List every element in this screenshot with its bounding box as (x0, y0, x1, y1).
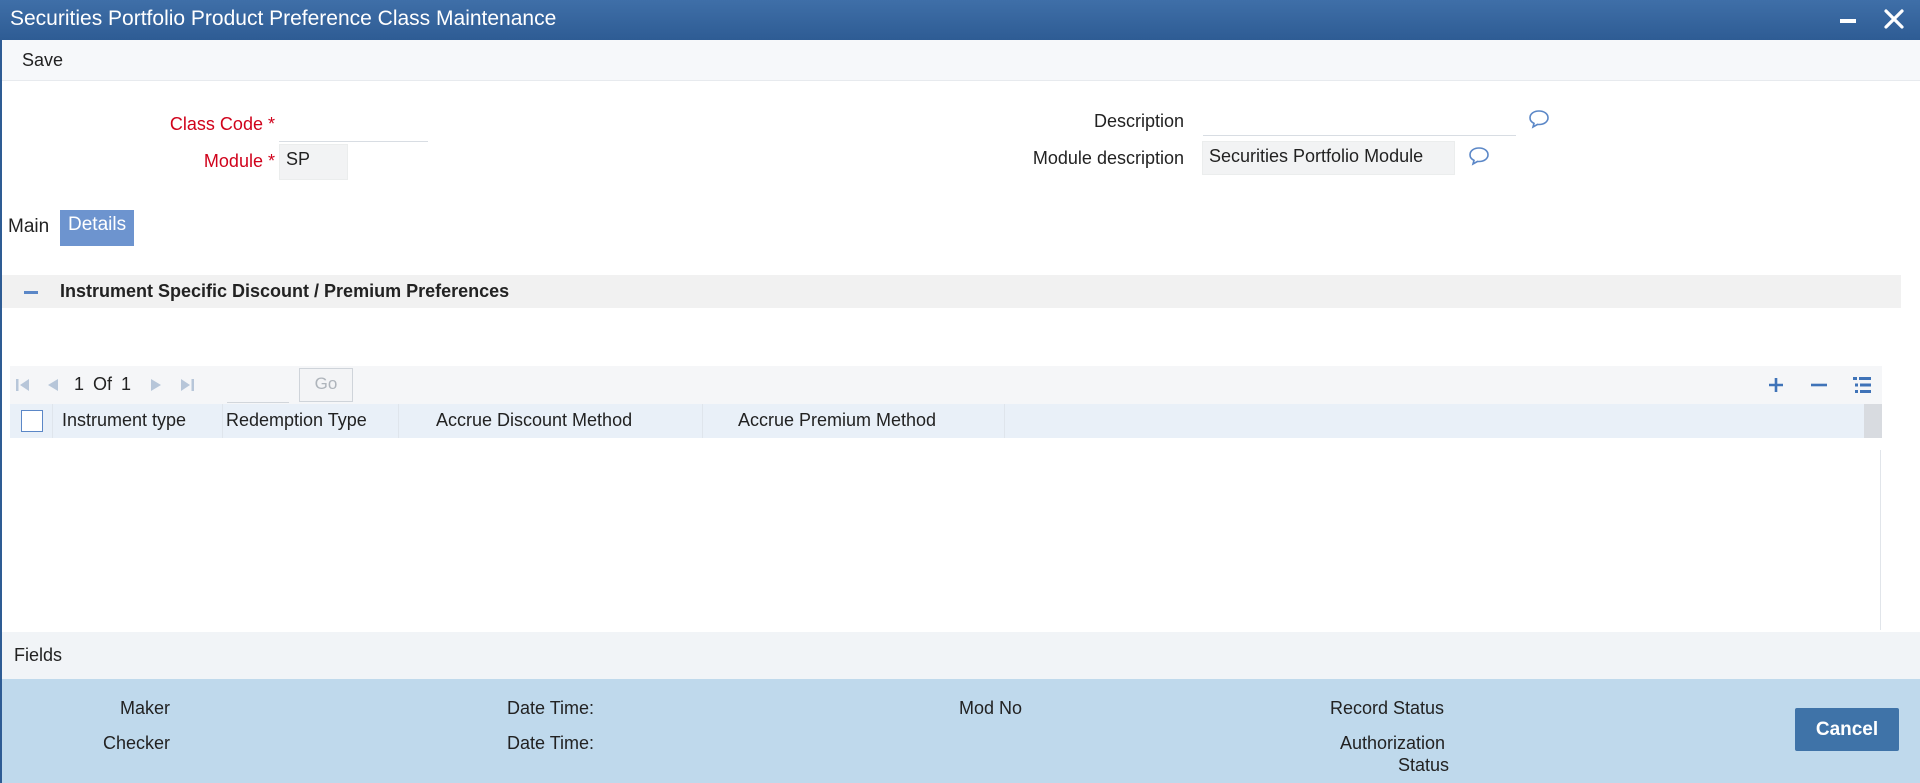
column-header-redemption-type[interactable]: Redemption Type (226, 410, 367, 431)
module-description-label: Module description (1032, 148, 1184, 168)
grid-scrollbar[interactable] (1880, 450, 1881, 630)
column-header-instrument-type[interactable]: Instrument type (62, 410, 186, 431)
module-field: SP (279, 144, 348, 180)
description-lov-icon[interactable] (1528, 109, 1550, 129)
window-title-bar: Securities Portfolio Product Preference … (0, 0, 1920, 40)
tab-main[interactable]: Main (0, 212, 57, 242)
record-status-label: Record Status (1330, 698, 1445, 718)
maker-date-time-label: Date Time: (507, 698, 595, 718)
page-of-label: Of (93, 374, 113, 394)
tab-details[interactable]: Details (60, 210, 135, 246)
column-separator (52, 404, 53, 438)
maker-label: Maker (120, 698, 171, 718)
previous-page-icon[interactable] (44, 376, 62, 394)
section-header: Instrument Specific Discount / Premium P… (2, 275, 1901, 308)
checker-date-time-label: Date Time: (507, 733, 595, 753)
column-separator (222, 404, 223, 438)
authorization-status-label-line2: Status (1398, 755, 1450, 775)
toolbar: Save (2, 40, 1920, 81)
column-separator (702, 404, 703, 438)
window-title: Securities Portfolio Product Preference … (10, 7, 557, 30)
grid-header: Instrument type Redemption Type Accrue D… (10, 404, 1882, 438)
fields-label[interactable]: Fields (14, 645, 62, 666)
module-label: Module * (203, 151, 275, 171)
plus-icon[interactable] (1764, 374, 1788, 396)
grid-toolbar: 1 Of 1 Go (10, 366, 1882, 404)
description-input[interactable] (1203, 108, 1516, 136)
minus-icon[interactable] (1807, 374, 1831, 396)
save-button[interactable]: Save (22, 50, 63, 71)
next-page-icon[interactable] (147, 376, 165, 394)
module-description-field: Securities Portfolio Module (1202, 141, 1455, 175)
class-code-label: Class Code * (169, 114, 275, 134)
checker-label: Checker (103, 733, 171, 753)
page-number-input[interactable] (227, 368, 289, 403)
mod-no-label: Mod No (959, 698, 1023, 718)
section-title: Instrument Specific Discount / Premium P… (60, 281, 510, 301)
page-total: 1 (121, 374, 132, 394)
minus-icon[interactable] (24, 291, 38, 294)
last-page-icon[interactable] (178, 376, 196, 394)
description-label: Description (1093, 111, 1184, 131)
column-separator (1004, 404, 1005, 438)
go-button[interactable]: Go (299, 368, 353, 402)
grid-scrollbar-header (1864, 404, 1882, 438)
first-page-icon[interactable] (14, 376, 32, 394)
fields-bar: Fields (2, 632, 1920, 679)
class-code-input[interactable] (279, 112, 428, 142)
single-view-icon[interactable] (1850, 374, 1874, 396)
minimize-icon[interactable] (1840, 19, 1856, 23)
module-description-lov-icon[interactable] (1468, 146, 1490, 166)
column-separator (398, 404, 399, 438)
audit-panel: Maker Checker Date Time: Date Time: Mod … (2, 679, 1920, 783)
column-header-accrue-discount-method[interactable]: Accrue Discount Method (436, 410, 632, 431)
authorization-status-label: Authorization (1340, 733, 1446, 753)
close-icon[interactable] (1882, 6, 1906, 32)
select-all-checkbox[interactable] (21, 410, 43, 432)
page-current: 1 (74, 374, 85, 394)
grid-body (10, 438, 1882, 630)
cancel-button[interactable]: Cancel (1795, 708, 1899, 751)
column-header-accrue-premium-method[interactable]: Accrue Premium Method (738, 410, 936, 431)
